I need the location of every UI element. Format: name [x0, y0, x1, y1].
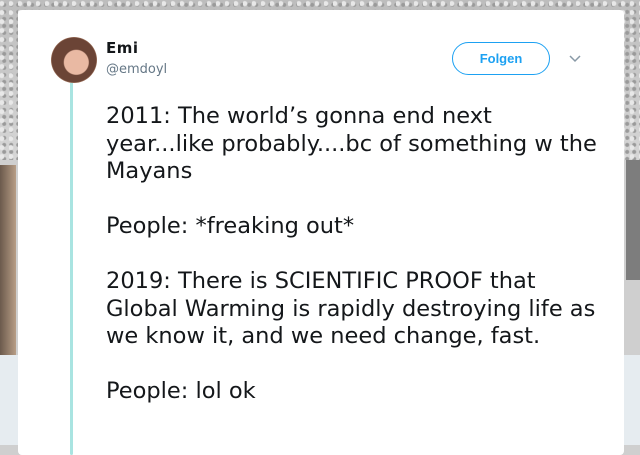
background-photo-left: [0, 165, 16, 355]
chevron-down-icon[interactable]: [568, 54, 582, 64]
thread-line: [70, 82, 73, 455]
background-photo-right: [626, 160, 640, 280]
follow-button[interactable]: Folgen: [452, 42, 550, 75]
tweet-text: 2011: The world’s gonna end next year...…: [106, 103, 597, 404]
tweet-card: Emi @emdoyl Folgen 2011: The world’s gon…: [18, 10, 624, 455]
avatar[interactable]: [51, 37, 97, 83]
author-handle[interactable]: @emdoyl: [106, 62, 167, 77]
author-name[interactable]: Emi: [106, 39, 139, 57]
